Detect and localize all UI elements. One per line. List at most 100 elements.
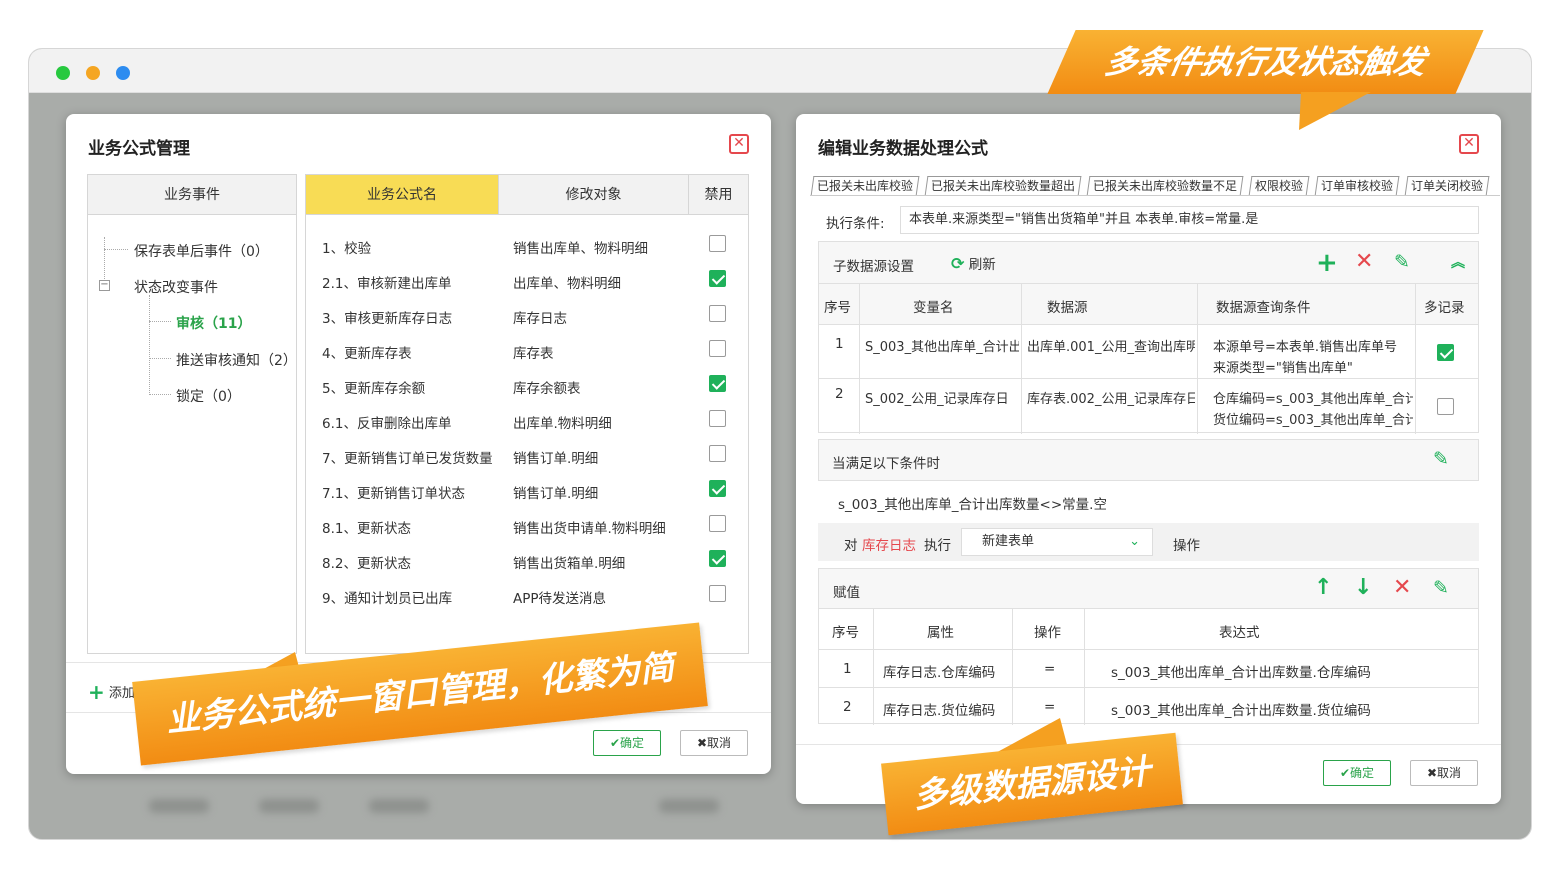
formula-row[interactable]: 7.1、更新销售订单状态 销售订单.明细	[306, 472, 747, 507]
tree-item-audit[interactable]: 审核（11）	[176, 313, 251, 333]
tree-item-save[interactable]: 保存表单后事件（0）	[134, 241, 269, 261]
action-select[interactable]: 新建表单 ⌄	[961, 528, 1153, 556]
ds-row-var[interactable]: S_002_公用_记录库存日	[865, 388, 1019, 407]
ok-button[interactable]: ✔确定	[593, 730, 661, 756]
edit-icon[interactable]: ✎	[1394, 251, 1410, 273]
assign-row-expr[interactable]: s_003_其他出库单_合计出库数量.仓库编码	[1111, 661, 1371, 681]
window-maximize-button[interactable]	[56, 66, 70, 80]
ds-row-cond[interactable]: 仓库编码=s_003_其他出库单_合计出库	[1213, 388, 1413, 407]
delete-icon[interactable]: ✕	[1355, 251, 1373, 273]
assign-row-prop[interactable]: 库存日志.仓库编码	[883, 661, 995, 681]
tab-0[interactable]: 已报关未出库校验	[810, 176, 920, 195]
edit-icon[interactable]: ✎	[1433, 448, 1449, 470]
exec-target[interactable]: 库存日志	[862, 534, 916, 554]
multi-record-checkbox[interactable]	[1437, 398, 1454, 415]
disabled-checkbox[interactable]	[709, 410, 726, 427]
formula-name: 9、通知计划员已出库	[322, 591, 453, 607]
disabled-checkbox[interactable]	[709, 515, 726, 532]
assign-col-no: 序号	[832, 625, 859, 641]
window-minimize-button[interactable]	[86, 66, 100, 80]
formula-name: 6.1、反审删除出库单	[322, 416, 452, 432]
tab-4[interactable]: 订单审核校验	[1314, 176, 1400, 195]
formula-row[interactable]: 2.1、审核新建出库单 出库单、物料明细	[306, 262, 747, 297]
disabled-checkbox[interactable]	[709, 235, 726, 252]
formula-row[interactable]: 8.2、更新状态 销售出货箱单.明细	[306, 542, 747, 577]
refresh-icon: ⟳	[951, 254, 965, 273]
formula-name: 2.1、审核新建出库单	[322, 276, 452, 292]
assign-row-op[interactable]: =	[1044, 661, 1055, 677]
background-blur	[69, 789, 769, 829]
formula-row[interactable]: 9、通知计划员已出库 APP待发送消息	[306, 577, 747, 612]
column-formula-name[interactable]: 业务公式名	[306, 175, 498, 215]
formula-row[interactable]: 7、更新销售订单已发货数量 销售订单.明细	[306, 437, 747, 472]
close-icon[interactable]: ✕	[729, 134, 749, 154]
formula-target: 销售出货箱单.明细	[513, 556, 626, 572]
disabled-checkbox[interactable]	[709, 305, 726, 322]
ds-col-source: 数据源	[1047, 300, 1088, 316]
ds-row-var[interactable]: S_003_其他出库单_合计出库	[865, 336, 1019, 355]
move-down-icon[interactable]: ↓	[1354, 577, 1372, 599]
tab-3[interactable]: 权限校验	[1248, 176, 1310, 195]
formula-tabs: 已报关未出库校验 已报关未出库校验数量超出 已报关未出库校验数量不足 权限校验 …	[810, 174, 1500, 196]
formula-name: 7.1、更新销售订单状态	[322, 486, 465, 502]
collapse-icon[interactable]: −	[99, 280, 110, 291]
chevron-down-icon: ⌄	[1129, 534, 1140, 549]
ds-row-cond[interactable]: 货位编码=s_003_其他出库单_合计出库	[1213, 409, 1413, 428]
ds-col-multi: 多记录	[1424, 300, 1465, 316]
assign-col-expr: 表达式	[1219, 625, 1260, 641]
multi-record-checkbox[interactable]	[1437, 344, 1454, 361]
tab-2[interactable]: 已报关未出库校验数量不足	[1086, 176, 1244, 195]
tree-item-status-change[interactable]: 状态改变事件	[134, 277, 218, 297]
add-icon[interactable]: +	[1316, 250, 1338, 276]
column-disabled[interactable]: 禁用	[688, 175, 748, 215]
assign-row-no: 1	[843, 661, 852, 677]
formula-target: 销售订单.明细	[513, 486, 599, 502]
formula-name: 8.1、更新状态	[322, 521, 411, 537]
collapse-up-icon[interactable]: ︽	[1451, 252, 1465, 274]
formula-row[interactable]: 4、更新库存表 库存表	[306, 332, 747, 367]
tree-item-push-notify[interactable]: 推送审核通知（2）	[176, 350, 297, 370]
ds-row-no: 1	[835, 336, 844, 352]
formula-target: 库存余额表	[513, 381, 581, 397]
sub-datasource-label: 子数据源设置	[833, 259, 914, 275]
disabled-checkbox[interactable]	[709, 445, 726, 462]
window-close-button[interactable]	[116, 66, 130, 80]
formula-name: 5、更新库存余额	[322, 381, 426, 397]
sub-datasource-section: 子数据源设置 ⟳ 刷新 + ✕ ✎ ︽ 序号 变量名 数据源 数据源查询条件 多…	[818, 241, 1479, 434]
formula-name: 8.2、更新状态	[322, 556, 411, 572]
formula-row[interactable]: 5、更新库存余额 库存余额表	[306, 367, 747, 402]
tab-5[interactable]: 订单关闭校验	[1404, 176, 1490, 195]
disabled-checkbox[interactable]	[709, 340, 726, 357]
disabled-checkbox[interactable]	[709, 585, 726, 602]
formula-row[interactable]: 1、校验 销售出库单、物料明细	[306, 227, 747, 262]
refresh-button[interactable]: ⟳ 刷新	[951, 253, 996, 273]
tree-item-lock[interactable]: 锁定（0）	[176, 386, 241, 406]
cancel-button[interactable]: ✖取消	[1410, 760, 1478, 786]
ok-button[interactable]: ✔确定	[1323, 760, 1391, 786]
cancel-button[interactable]: ✖取消	[680, 730, 748, 756]
assign-row-expr[interactable]: s_003_其他出库单_合计出库数量.货位编码	[1111, 699, 1371, 719]
exec-condition-field[interactable]: 本表单.来源类型="销售出货箱单"并且 本表单.审核=常量.是	[900, 206, 1479, 234]
ds-row-source[interactable]: 库存表.002_公用_记录库存日志	[1027, 388, 1195, 407]
edit-icon[interactable]: ✎	[1433, 577, 1449, 599]
condition-expression[interactable]: s_003_其他出库单_合计出库数量<>常量.空	[838, 493, 1107, 513]
assign-row-op[interactable]: =	[1044, 699, 1055, 715]
formula-name: 7、更新销售订单已发货数量	[322, 451, 493, 467]
delete-icon[interactable]: ✕	[1393, 577, 1411, 599]
formula-row[interactable]: 6.1、反审删除出库单 出库单.物料明细	[306, 402, 747, 437]
close-icon[interactable]: ✕	[1459, 134, 1479, 154]
column-target[interactable]: 修改对象	[498, 175, 688, 215]
ds-row-source[interactable]: 出库单.001_公用_查询出库明细	[1027, 336, 1195, 355]
tab-1[interactable]: 已报关未出库校验数量超出	[924, 176, 1082, 195]
ds-row-cond[interactable]: 来源类型="销售出库单"	[1213, 357, 1413, 376]
assign-row-prop[interactable]: 库存日志.货位编码	[883, 699, 995, 719]
disabled-checkbox[interactable]	[709, 550, 726, 567]
disabled-checkbox[interactable]	[709, 270, 726, 287]
formula-row[interactable]: 3、审核更新库存日志 库存日志	[306, 297, 747, 332]
disabled-checkbox[interactable]	[709, 375, 726, 392]
disabled-checkbox[interactable]	[709, 480, 726, 497]
formula-row[interactable]: 8.1、更新状态 销售出货申请单.物料明细	[306, 507, 747, 542]
assignment-label: 赋值	[833, 585, 860, 601]
ds-row-cond[interactable]: 本源单号=本表单.销售出库单号	[1213, 336, 1413, 355]
move-up-icon[interactable]: ↑	[1314, 577, 1332, 599]
